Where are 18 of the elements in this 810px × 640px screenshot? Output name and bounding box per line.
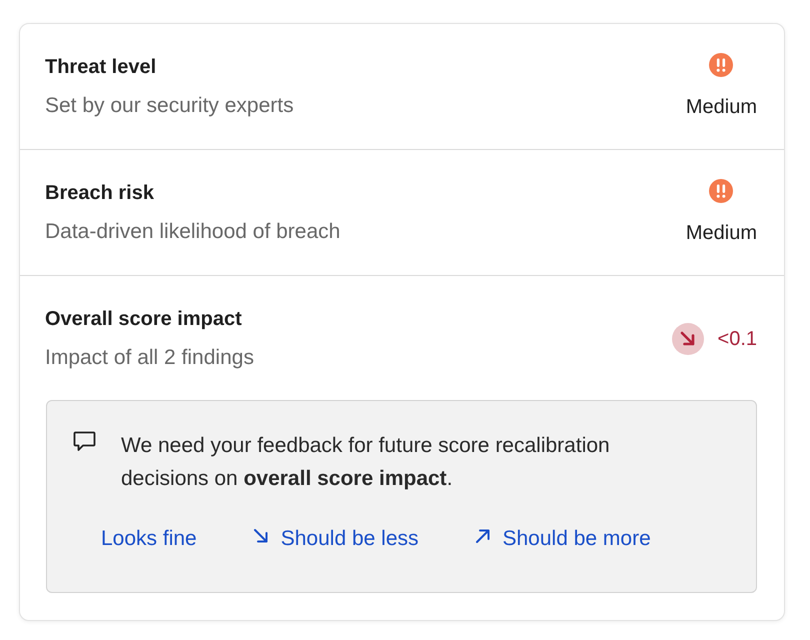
metric-value: Medium — [686, 221, 757, 246]
feedback-link[interactable]: Looks fine — [101, 524, 197, 554]
metric-title: Threat level — [45, 55, 158, 80]
speech-bubble-icon — [73, 431, 96, 452]
metric-value: Medium — [686, 95, 757, 120]
metric-description: Impact of all 2 findings — [45, 345, 254, 371]
feedback-message: We need your feedback for future score recalibration decisions on overall score impact. — [121, 433, 611, 492]
double-exclamation-icon — [709, 53, 734, 77]
metric-title: Breach risk — [45, 181, 155, 206]
double-exclamation-icon — [709, 179, 734, 203]
feedback-link[interactable]: Should be more — [474, 524, 651, 554]
feedback-link[interactable]: Should be less — [252, 524, 418, 554]
metric-description: Set by our security experts — [45, 93, 294, 119]
up-right-arrow-icon — [474, 528, 490, 544]
metric-description: Data-driven likelihood of breach — [45, 219, 340, 245]
metric-title: Overall score impact — [45, 307, 243, 332]
down-right-arrow-icon — [252, 528, 269, 544]
metric-value: <0.1 — [718, 326, 757, 352]
